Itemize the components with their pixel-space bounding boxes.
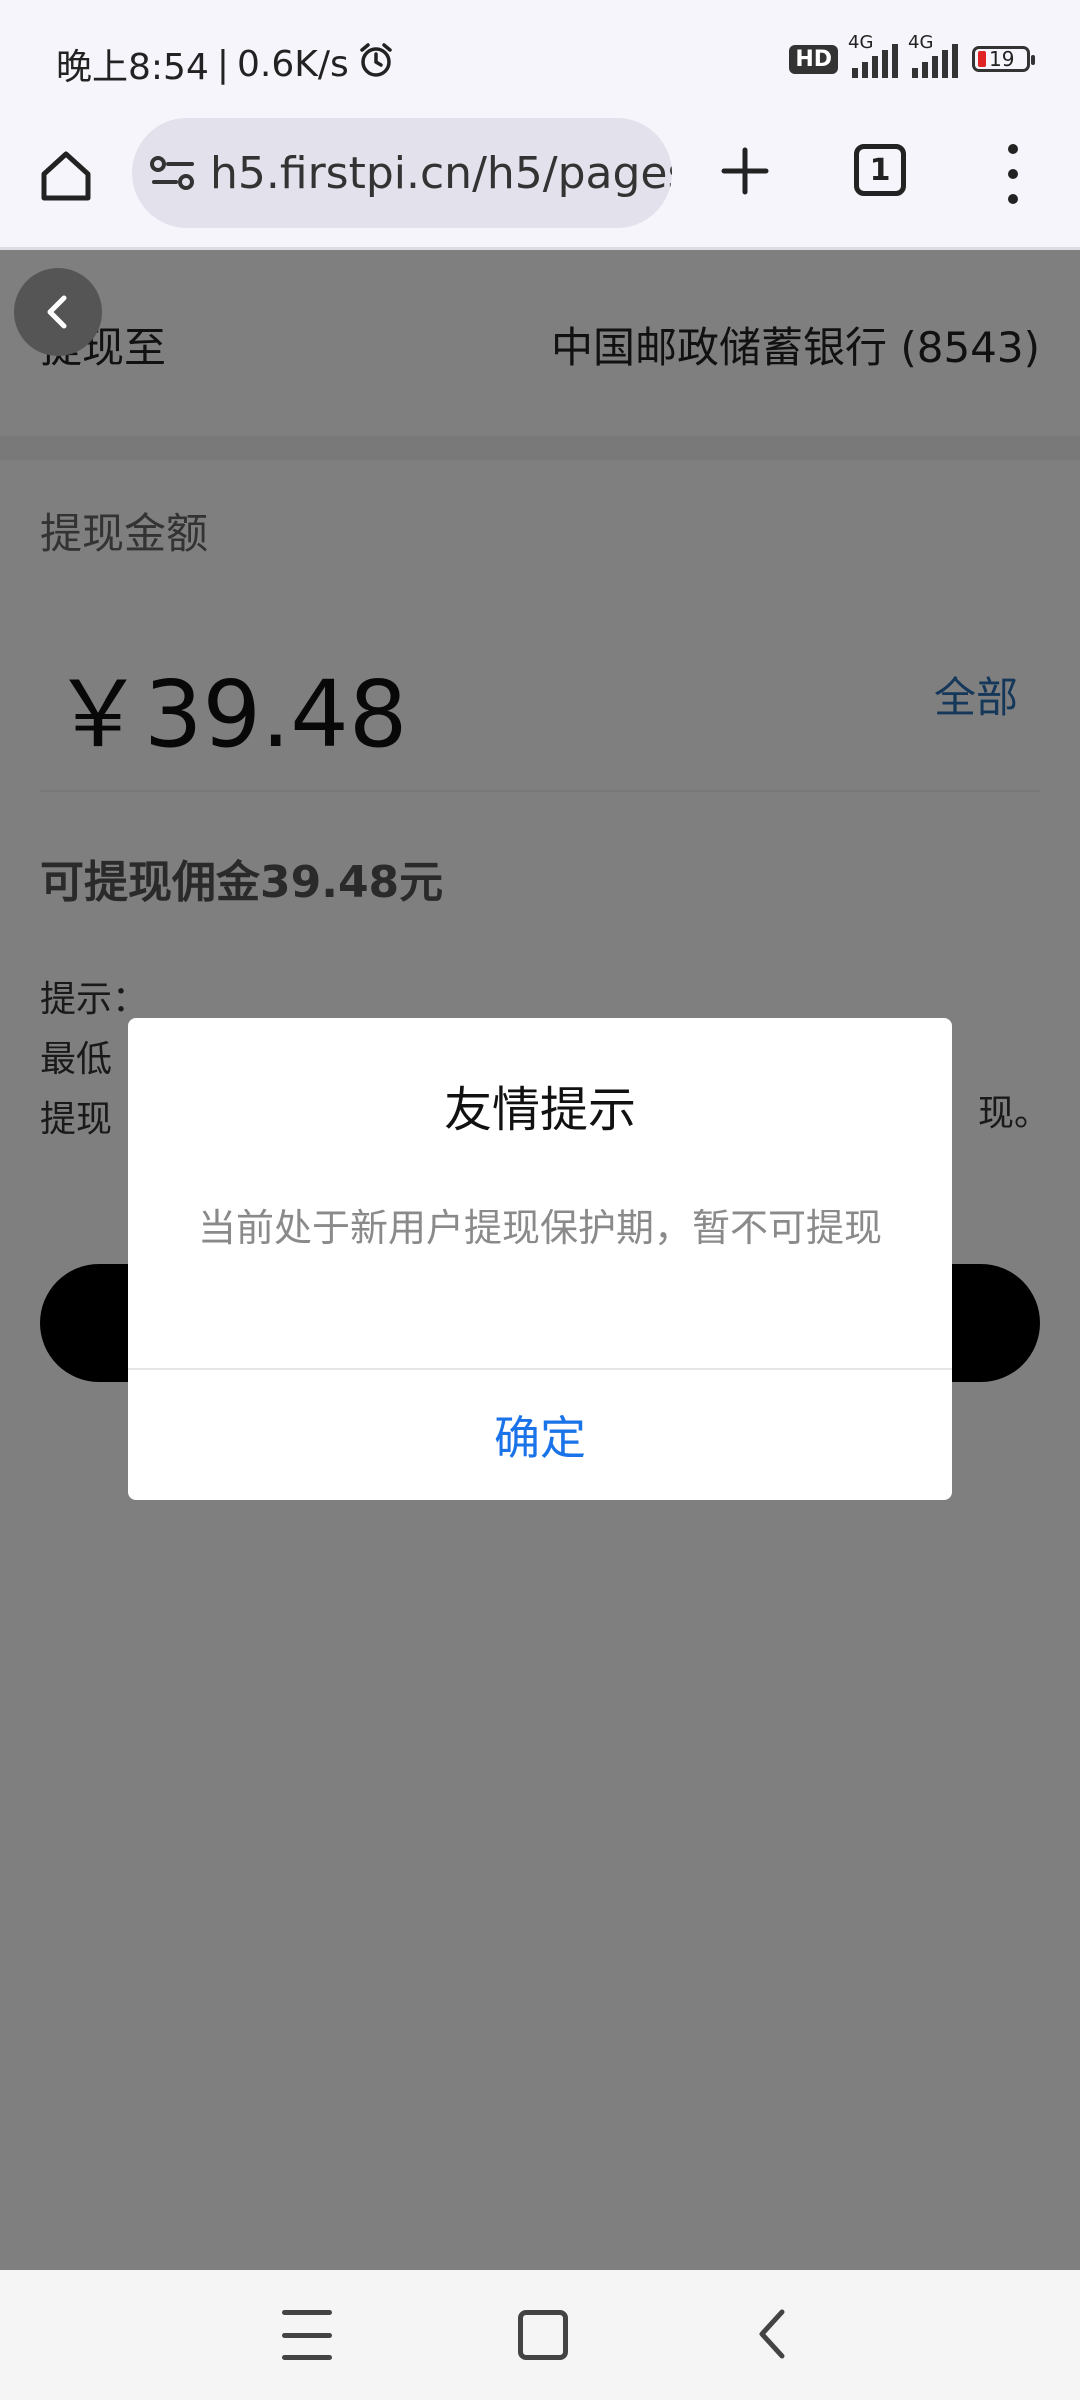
system-nav-bar: [0, 2270, 1080, 2400]
status-right: HD 4G 4G 19: [789, 32, 1035, 78]
status-left: 晚上8:54 | 0.6K/s: [56, 38, 395, 90]
more-icon: [1008, 144, 1018, 154]
battery-level: 19: [989, 47, 1015, 71]
signal-icon-2: 4G: [908, 32, 958, 78]
back-icon: [759, 2309, 785, 2359]
tab-count: 1: [869, 152, 891, 188]
home-icon: [41, 151, 91, 201]
status-separator: |: [216, 43, 229, 85]
status-bar: 晚上8:54 | 0.6K/s HD 4G 4G 19: [0, 0, 1080, 116]
recent-apps-button[interactable]: [282, 2310, 332, 2360]
alert-dialog: 友情提示 当前处于新用户提现保护期，暂不可提现 确定: [128, 1018, 952, 1500]
hd-badge: HD: [789, 44, 838, 74]
signal-icon: 4G: [848, 32, 898, 78]
address-bar[interactable]: h5.firstpi.cn/h5/pages: [132, 118, 672, 228]
url-text: h5.firstpi.cn/h5/pages: [210, 147, 672, 199]
menu-icon: [282, 2310, 332, 2315]
back-nav-button[interactable]: [748, 2306, 798, 2362]
confirm-button[interactable]: 确定: [128, 1370, 952, 1500]
home-nav-button[interactable]: [518, 2310, 568, 2360]
home-button[interactable]: [30, 140, 102, 212]
back-button[interactable]: [14, 268, 102, 356]
more-menu-button[interactable]: [996, 144, 1030, 204]
plus-icon: [721, 147, 769, 195]
alarm-icon: [357, 41, 395, 88]
dialog-title: 友情提示: [443, 1082, 636, 1138]
dialog-message: 当前处于新用户提现保护期，暂不可提现: [198, 1206, 883, 1250]
chevron-left-icon: [47, 295, 67, 329]
browser-toolbar: h5.firstpi.cn/h5/pages 1: [0, 116, 1080, 250]
new-tab-button[interactable]: [712, 138, 778, 204]
battery-icon: 19: [972, 46, 1035, 72]
status-net-speed: 0.6K/s: [236, 43, 349, 85]
status-time: 晚上8:54: [56, 47, 209, 88]
site-settings-icon[interactable]: [150, 153, 196, 193]
tab-switcher-button[interactable]: 1: [854, 144, 906, 196]
